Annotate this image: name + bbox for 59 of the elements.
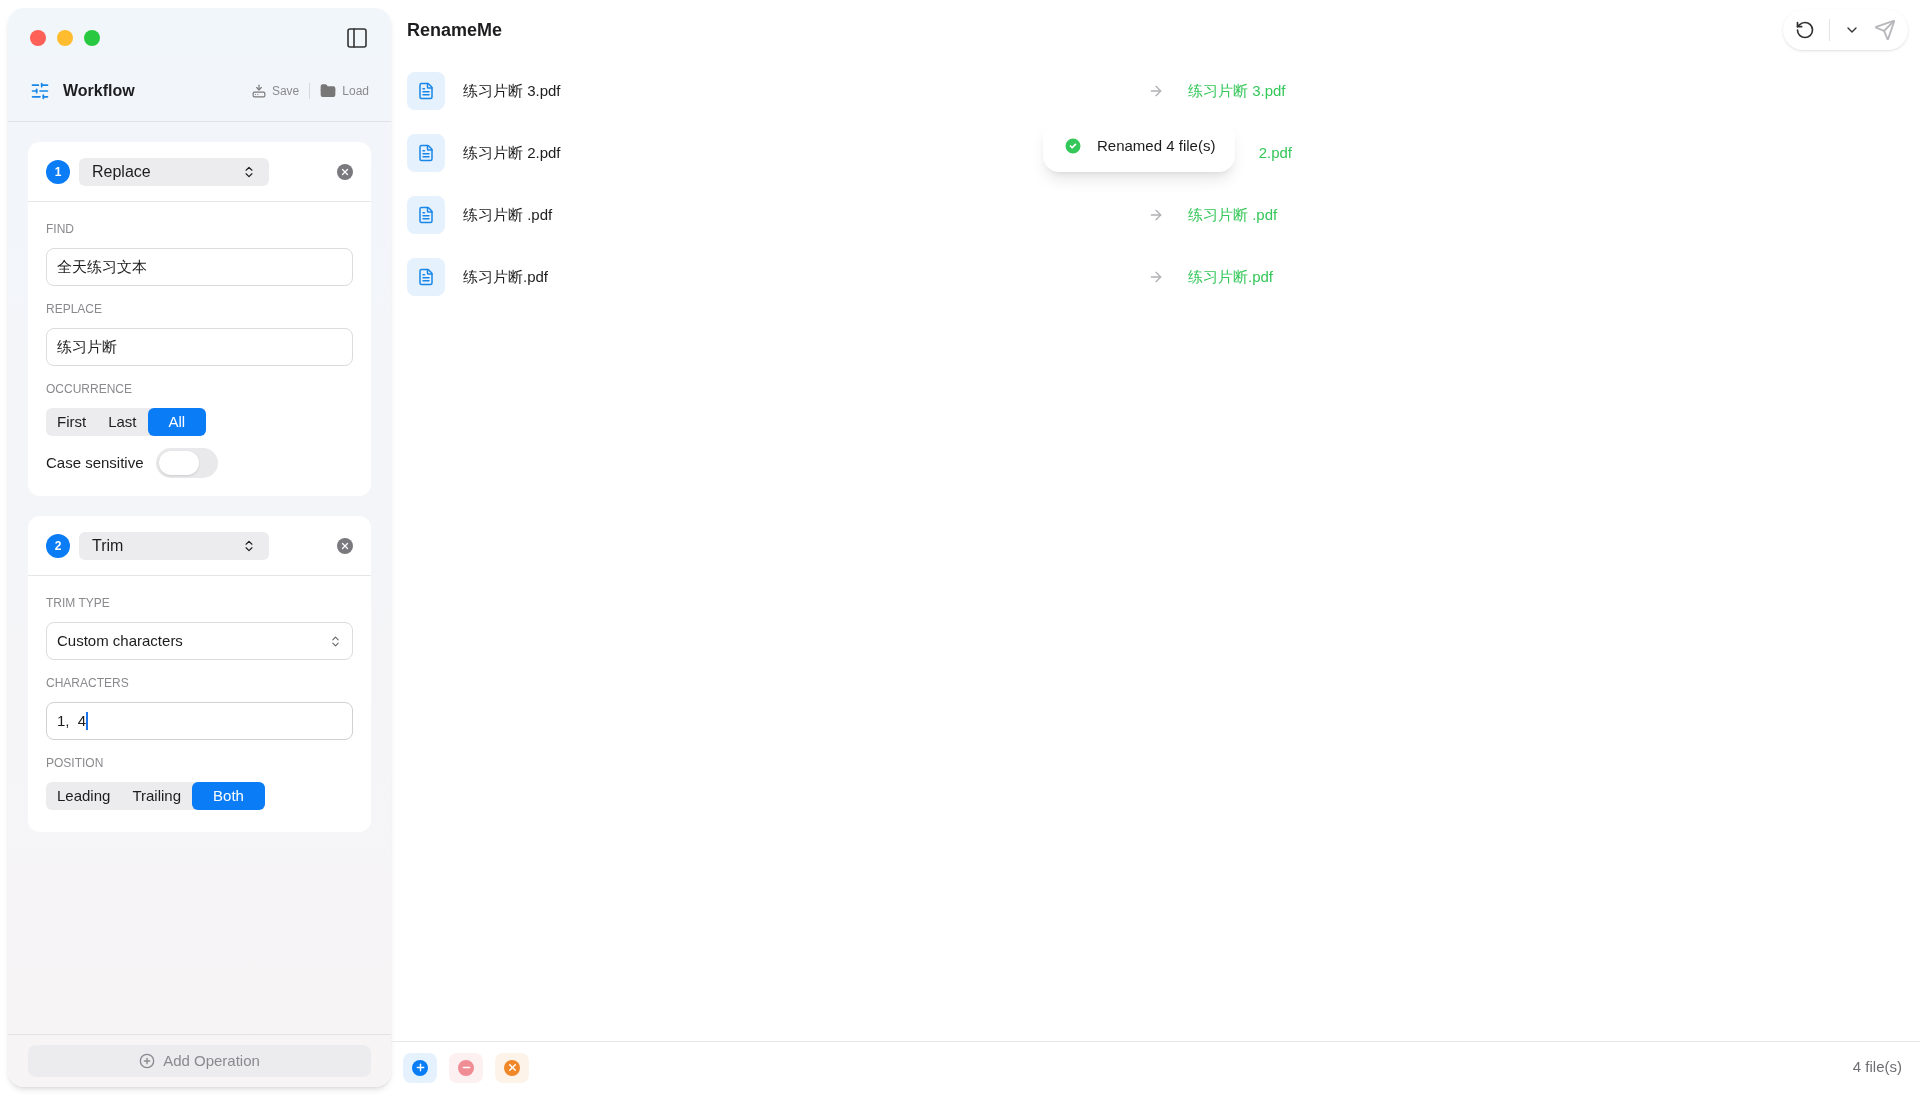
- minimize-window-button[interactable]: [57, 30, 73, 46]
- new-file-name: 练习片断 .pdf: [1188, 204, 1278, 225]
- file-name: 练习片断 2.pdf: [463, 142, 561, 163]
- file-name: 练习片断 .pdf: [463, 204, 553, 225]
- dropdown[interactable]: Custom characters: [46, 622, 353, 660]
- remove-button[interactable]: [449, 1052, 483, 1083]
- plus-circle-icon: [139, 1053, 156, 1069]
- file-icon: [407, 196, 445, 234]
- segment-option[interactable]: Trailing: [121, 782, 193, 810]
- file-name: 练习片断.pdf: [463, 266, 549, 287]
- field-label: FIND: [46, 221, 75, 238]
- segment-option[interactable]: All: [147, 408, 207, 436]
- sliders-icon: [30, 80, 50, 101]
- close-icon: [340, 166, 350, 177]
- remove-button[interactable]: [337, 163, 353, 180]
- new-file-name: 练习片断 3.pdf: [1188, 80, 1286, 101]
- close-icon: [340, 540, 350, 551]
- file-icon: [407, 134, 445, 172]
- input-field[interactable]: 1, 4: [46, 702, 353, 740]
- plus-icon: [412, 1059, 428, 1076]
- sidebar-title: Workflow: [63, 80, 135, 101]
- minus-icon: [458, 1059, 474, 1076]
- add-button[interactable]: [403, 1052, 437, 1083]
- chevrons-icon: [329, 634, 342, 648]
- step-number: 2: [46, 533, 70, 558]
- input-field[interactable]: 全天练习文本: [46, 248, 353, 286]
- file-icon: [407, 72, 445, 110]
- window-title: RenameMe: [407, 18, 503, 42]
- close-icon: [504, 1059, 520, 1076]
- toggle-label: Case sensitive: [46, 452, 144, 473]
- folder-icon: [320, 82, 337, 99]
- new-file-name: 2.pdf: [1258, 142, 1292, 163]
- field-label: POSITION: [46, 755, 105, 772]
- zoom-window-button[interactable]: [84, 30, 100, 46]
- field-label: OCCURRENCE: [46, 381, 133, 398]
- toggle-switch[interactable]: [155, 448, 218, 478]
- sidebar-toggle-icon[interactable]: [345, 26, 369, 50]
- file-name: 练习片断 3.pdf: [463, 80, 561, 101]
- segment-option[interactable]: Last: [97, 408, 148, 436]
- toast-message: Renamed 4 file(s): [1097, 135, 1216, 156]
- checkmark-icon: [1063, 136, 1083, 156]
- undo-icon[interactable]: [1795, 20, 1815, 40]
- step-number: 1: [46, 159, 70, 184]
- file-icon: [407, 258, 445, 296]
- file-count: 4 file(s): [1852, 1057, 1902, 1078]
- remove-button[interactable]: [337, 537, 353, 554]
- segment-option[interactable]: First: [46, 408, 98, 436]
- segment-option[interactable]: Both: [192, 782, 265, 810]
- input-field[interactable]: 练习片断: [46, 328, 353, 366]
- download-icon: [251, 83, 266, 98]
- segment-option[interactable]: Leading: [46, 782, 122, 810]
- field-label: CHARACTERS: [46, 675, 130, 692]
- operation-dropdown[interactable]: Trim: [79, 531, 269, 560]
- clear-button[interactable]: [495, 1052, 529, 1083]
- close-window-button[interactable]: [30, 30, 46, 46]
- operation-dropdown[interactable]: Replace: [79, 157, 269, 186]
- field-label: REPLACE: [46, 301, 104, 318]
- new-file-name: 练习片断.pdf: [1188, 266, 1274, 287]
- field-label: TRIM TYPE: [46, 595, 111, 612]
